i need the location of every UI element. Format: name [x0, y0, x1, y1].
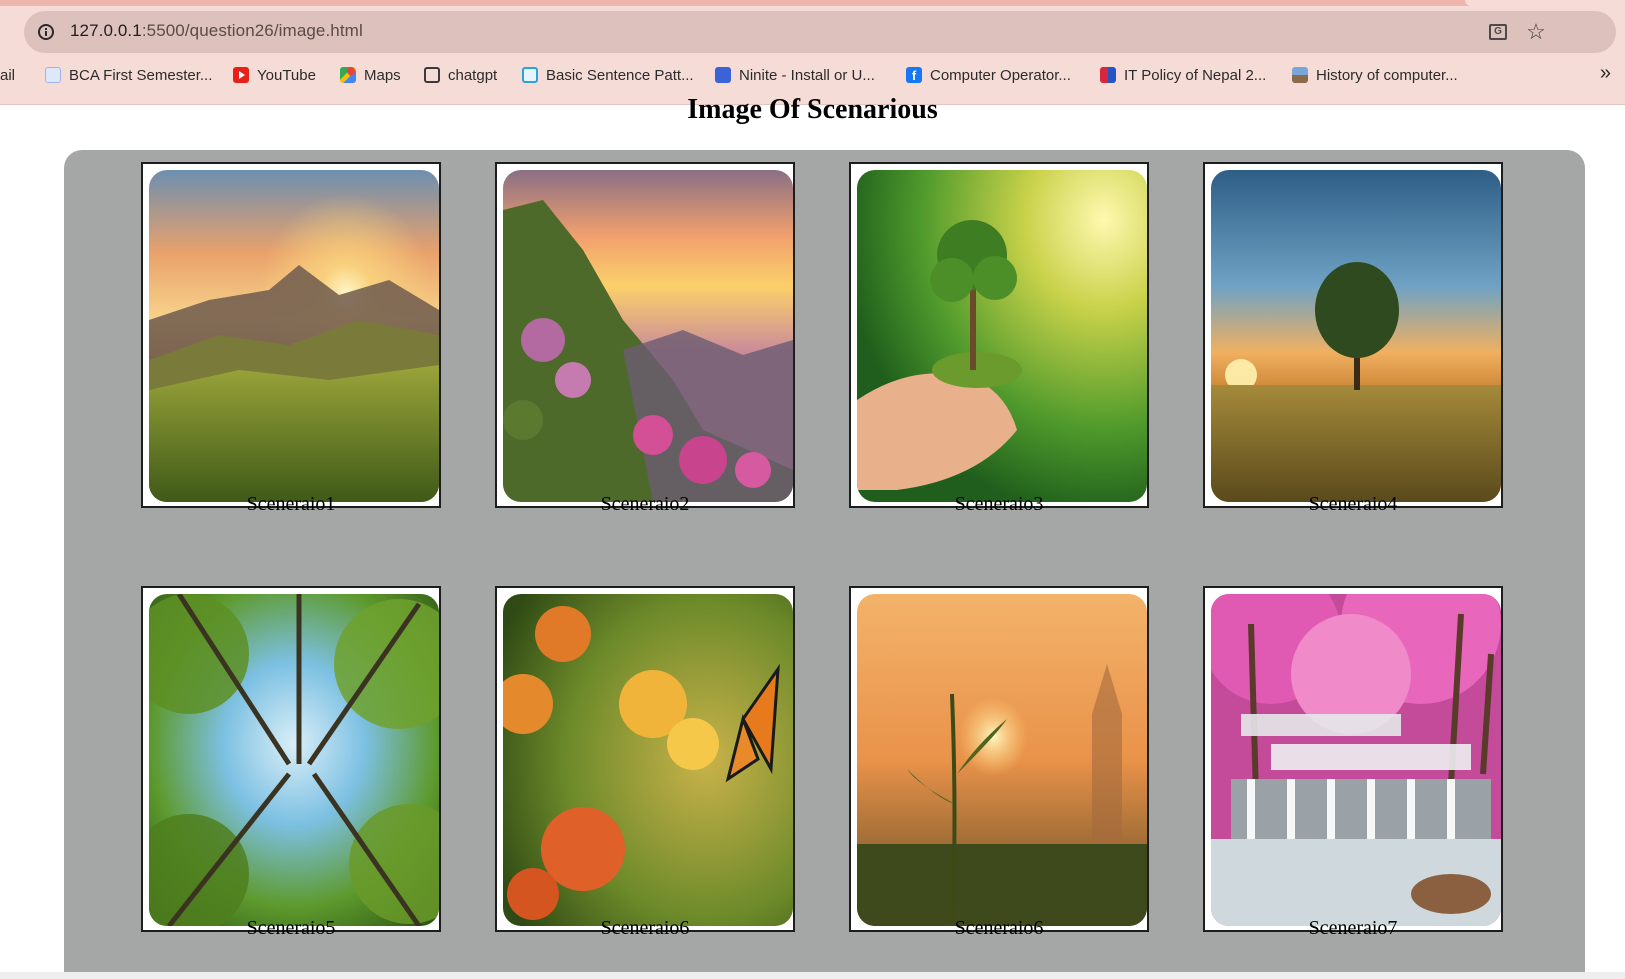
bookmark-label: Ninite - Install or U...	[739, 66, 875, 84]
scenario-image-5	[149, 594, 439, 926]
url-text[interactable]: 127.0.0.1:5500/question26/image.html	[70, 21, 363, 41]
history-icon	[1292, 67, 1308, 83]
scenario-image-3	[857, 170, 1147, 502]
scenario-card-1	[141, 162, 441, 508]
scenario-caption-5: Sceneraio5	[246, 917, 336, 939]
tab-strip-edge	[0, 0, 1625, 6]
gallery-container: Sceneraio1 Sceneraio2 Sceneraio3 Scenera…	[64, 150, 1585, 979]
bookmark-label: BCA First Semester...	[69, 66, 213, 84]
scenario-caption-8: Sceneraio7	[1308, 917, 1398, 939]
page-title: Image Of Scenarious	[687, 94, 938, 125]
scenario-image-8	[1211, 594, 1501, 926]
bookmark-youtube[interactable]: YouTube	[233, 64, 316, 86]
bookmark-label: Basic Sentence Patt...	[546, 66, 694, 84]
facebook-icon: f	[906, 67, 922, 83]
it-policy-icon	[1100, 67, 1116, 83]
scenario-image-6	[503, 594, 793, 926]
scenario-caption-7: Sceneraio6	[954, 917, 1044, 939]
scenario-card-4	[1203, 162, 1503, 508]
bookmark-label: ail	[0, 66, 16, 84]
scenario-image-1	[149, 170, 439, 502]
bookmark-history[interactable]: History of computer...	[1292, 64, 1458, 86]
bookmark-label: Computer Operator...	[930, 66, 1071, 84]
bookmark-ninite[interactable]: Ninite - Install or U...	[715, 64, 875, 86]
more-bookmarks-icon[interactable]: »	[1600, 62, 1611, 85]
scenario-card-6	[495, 586, 795, 932]
bookmark-label: History of computer...	[1316, 66, 1458, 84]
bookmark-computer-operator[interactable]: f Computer Operator...	[906, 64, 1071, 86]
scenario-card-8	[1203, 586, 1503, 932]
maps-icon	[340, 67, 356, 83]
scenario-card-3	[849, 162, 1149, 508]
bookmark-chatgpt[interactable]: chatgpt	[424, 64, 497, 86]
bookmarks-bar: ail BCA First Semester... YouTube Maps c…	[0, 60, 1625, 90]
basic-sentence-icon	[522, 67, 538, 83]
scenario-caption-6: Sceneraio6	[600, 917, 690, 939]
bca-icon	[45, 67, 61, 83]
site-info-icon[interactable]	[34, 20, 58, 44]
scenario-image-7	[857, 594, 1147, 926]
chatgpt-icon	[424, 67, 440, 83]
scenario-image-2	[503, 170, 793, 502]
scenario-card-7	[849, 586, 1149, 932]
youtube-icon	[233, 67, 249, 83]
url-path: :5500/question26/image.html	[141, 21, 363, 40]
translate-icon[interactable]: G	[1486, 20, 1510, 44]
scenario-card-2	[495, 162, 795, 508]
bookmark-it-policy[interactable]: IT Policy of Nepal 2...	[1100, 64, 1266, 86]
bookmark-label: chatgpt	[448, 66, 498, 84]
bookmark-label: IT Policy of Nepal 2...	[1124, 66, 1267, 84]
scenario-caption-3: Sceneraio3	[954, 493, 1044, 515]
browser-chrome: 127.0.0.1:5500/question26/image.html G ☆…	[0, 0, 1625, 105]
scenario-caption-4: Sceneraio4	[1308, 493, 1398, 515]
ninite-icon	[715, 67, 731, 83]
horizontal-scrollbar[interactable]	[0, 972, 1625, 979]
url-host: 127.0.0.1	[70, 21, 142, 40]
scenario-image-4	[1211, 170, 1501, 502]
bookmark-label: Maps	[364, 66, 401, 84]
address-bar[interactable]: 127.0.0.1:5500/question26/image.html G ☆	[24, 11, 1616, 53]
bookmark-bca[interactable]: BCA First Semester...	[45, 64, 212, 86]
bookmark-mail[interactable]: ail	[0, 64, 15, 86]
scenario-card-5	[141, 586, 441, 932]
bookmark-star-icon[interactable]: ☆	[1524, 19, 1548, 44]
bookmark-label: YouTube	[257, 66, 316, 84]
bookmark-maps[interactable]: Maps	[340, 64, 401, 86]
scenario-caption-2: Sceneraio2	[600, 493, 690, 515]
scenario-caption-1: Sceneraio1	[246, 493, 336, 515]
bookmark-basic-sentence[interactable]: Basic Sentence Patt...	[522, 64, 694, 86]
